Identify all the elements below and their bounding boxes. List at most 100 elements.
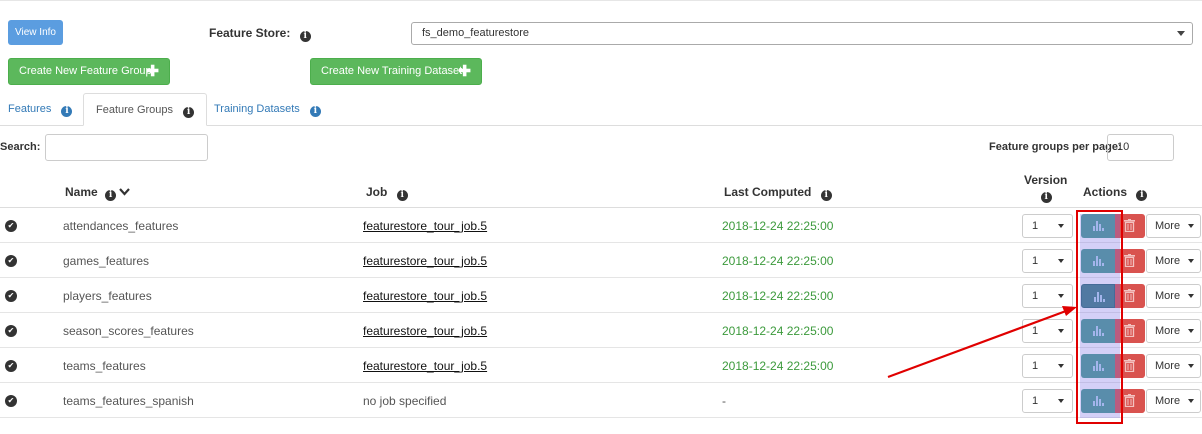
last-computed: 2018-12-24 22:25:00 [722, 359, 834, 373]
job-link[interactable]: featurestore_tour_job.5 [363, 219, 487, 233]
create-feature-group-button[interactable]: Create New Feature Group ✚ [8, 58, 170, 85]
more-dropdown[interactable]: More [1146, 319, 1201, 343]
statistics-button[interactable] [1081, 214, 1115, 238]
delete-button[interactable] [1115, 284, 1145, 308]
version-select[interactable]: 1 [1022, 284, 1073, 308]
trash-icon [1124, 219, 1135, 232]
plus-icon: ✚ [146, 63, 159, 80]
check-circle-icon: ✔ [5, 395, 17, 407]
check-circle-icon: ✔ [5, 360, 17, 372]
version-select[interactable]: 1 [1022, 319, 1073, 343]
bar-chart-icon [1093, 326, 1104, 336]
column-header-name[interactable]: Name i [65, 185, 131, 201]
column-header-job-label: Job [366, 185, 388, 199]
more-dropdown[interactable]: More [1146, 249, 1201, 273]
statistics-button[interactable] [1081, 319, 1115, 343]
more-dropdown[interactable]: More [1146, 284, 1201, 308]
info-icon: i [61, 106, 73, 117]
statistics-button[interactable] [1081, 284, 1115, 308]
column-header-actions-label: Actions [1083, 185, 1128, 199]
info-icon: i [396, 190, 408, 201]
caret-down-icon [1188, 224, 1194, 228]
tab-feature-groups[interactable]: Feature Groups i [83, 93, 208, 126]
delete-button[interactable] [1115, 319, 1145, 343]
feature-store-select-value: fs_demo_featurestore [422, 27, 530, 39]
feature-group-name: attendances_features [63, 219, 179, 233]
bar-chart-icon [1093, 396, 1104, 406]
table-row: ✔ teams_features_spanish no job specifie… [0, 383, 1202, 418]
version-select[interactable]: 1 [1022, 389, 1073, 413]
delete-button[interactable] [1115, 249, 1145, 273]
tab-training-datasets-label: Training Datasets [214, 103, 300, 115]
more-label: More [1155, 395, 1181, 407]
version-value: 1 [1032, 360, 1039, 372]
create-feature-group-label: Create New Feature Group [19, 65, 152, 77]
column-header-version: Version i [1024, 173, 1067, 203]
chevron-down-icon [1177, 31, 1185, 36]
delete-button[interactable] [1115, 214, 1145, 238]
delete-button[interactable] [1115, 389, 1145, 413]
version-select[interactable]: 1 [1022, 249, 1073, 273]
version-select[interactable]: 1 [1022, 214, 1073, 238]
statistics-button[interactable] [1081, 389, 1115, 413]
feature-store-label-text: Feature Store: [209, 26, 291, 40]
bar-chart-icon [1093, 361, 1104, 371]
statistics-button[interactable] [1081, 249, 1115, 273]
job-link[interactable]: featurestore_tour_job.5 [363, 254, 487, 268]
table-row: ✔ season_scores_features featurestore_to… [0, 313, 1202, 348]
view-info-button[interactable]: View Info [8, 20, 63, 45]
more-dropdown[interactable]: More [1146, 389, 1201, 413]
caret-down-icon [1058, 399, 1064, 403]
last-computed: 2018-12-24 22:25:00 [722, 324, 834, 338]
search-input[interactable] [45, 134, 208, 161]
version-value: 1 [1032, 395, 1039, 407]
last-computed: 2018-12-24 22:25:00 [722, 289, 834, 303]
create-training-dataset-button[interactable]: Create New Training Dataset ✚ [310, 58, 482, 85]
tab-training-datasets[interactable]: Training Datasets i [214, 93, 321, 126]
more-label: More [1155, 255, 1181, 267]
version-value: 1 [1032, 290, 1039, 302]
info-icon: i [309, 106, 321, 117]
top-divider [0, 0, 1202, 1]
delete-button[interactable] [1115, 354, 1145, 378]
info-icon: i [299, 31, 311, 42]
more-dropdown[interactable]: More [1146, 354, 1201, 378]
info-icon: i [105, 190, 117, 201]
job-link[interactable]: featurestore_tour_job.5 [363, 324, 487, 338]
column-header-last-computed-label: Last Computed [724, 185, 812, 199]
tab-feature-groups-label: Feature Groups [96, 104, 174, 116]
more-label: More [1155, 360, 1181, 372]
feature-store-select[interactable]: fs_demo_featurestore [411, 22, 1193, 45]
job-link[interactable]: featurestore_tour_job.5 [363, 359, 487, 373]
table-row: ✔ games_features featurestore_tour_job.5… [0, 243, 1202, 278]
version-value: 1 [1032, 220, 1039, 232]
caret-down-icon [1058, 364, 1064, 368]
info-icon: i [820, 190, 832, 201]
caret-down-icon [1188, 329, 1194, 333]
version-select[interactable]: 1 [1022, 354, 1073, 378]
bar-chart-icon [1094, 292, 1105, 302]
caret-down-icon [1058, 294, 1064, 298]
column-header-last-computed: Last Computed i [724, 185, 832, 201]
chevron-down-icon [119, 188, 131, 196]
more-dropdown[interactable]: More [1146, 214, 1201, 238]
per-page-label: Feature groups per page: [989, 141, 1122, 153]
last-computed: 2018-12-24 22:25:00 [722, 219, 834, 233]
job-text: no job specified [363, 394, 447, 408]
tab-features[interactable]: Features i [8, 93, 73, 126]
check-circle-icon: ✔ [5, 220, 17, 232]
column-header-name-label: Name [65, 185, 98, 199]
check-circle-icon: ✔ [5, 290, 17, 302]
caret-down-icon [1058, 329, 1064, 333]
column-header-job: Job i [366, 185, 408, 201]
search-label: Search: [0, 141, 41, 153]
statistics-button[interactable] [1081, 354, 1115, 378]
column-header-actions: Actions i [1083, 185, 1148, 201]
caret-down-icon [1188, 364, 1194, 368]
trash-icon [1124, 289, 1135, 302]
per-page-input[interactable]: 10 [1107, 134, 1174, 161]
check-circle-icon: ✔ [5, 255, 17, 267]
more-label: More [1155, 290, 1181, 302]
feature-group-name: games_features [63, 254, 150, 268]
job-link[interactable]: featurestore_tour_job.5 [363, 289, 487, 303]
